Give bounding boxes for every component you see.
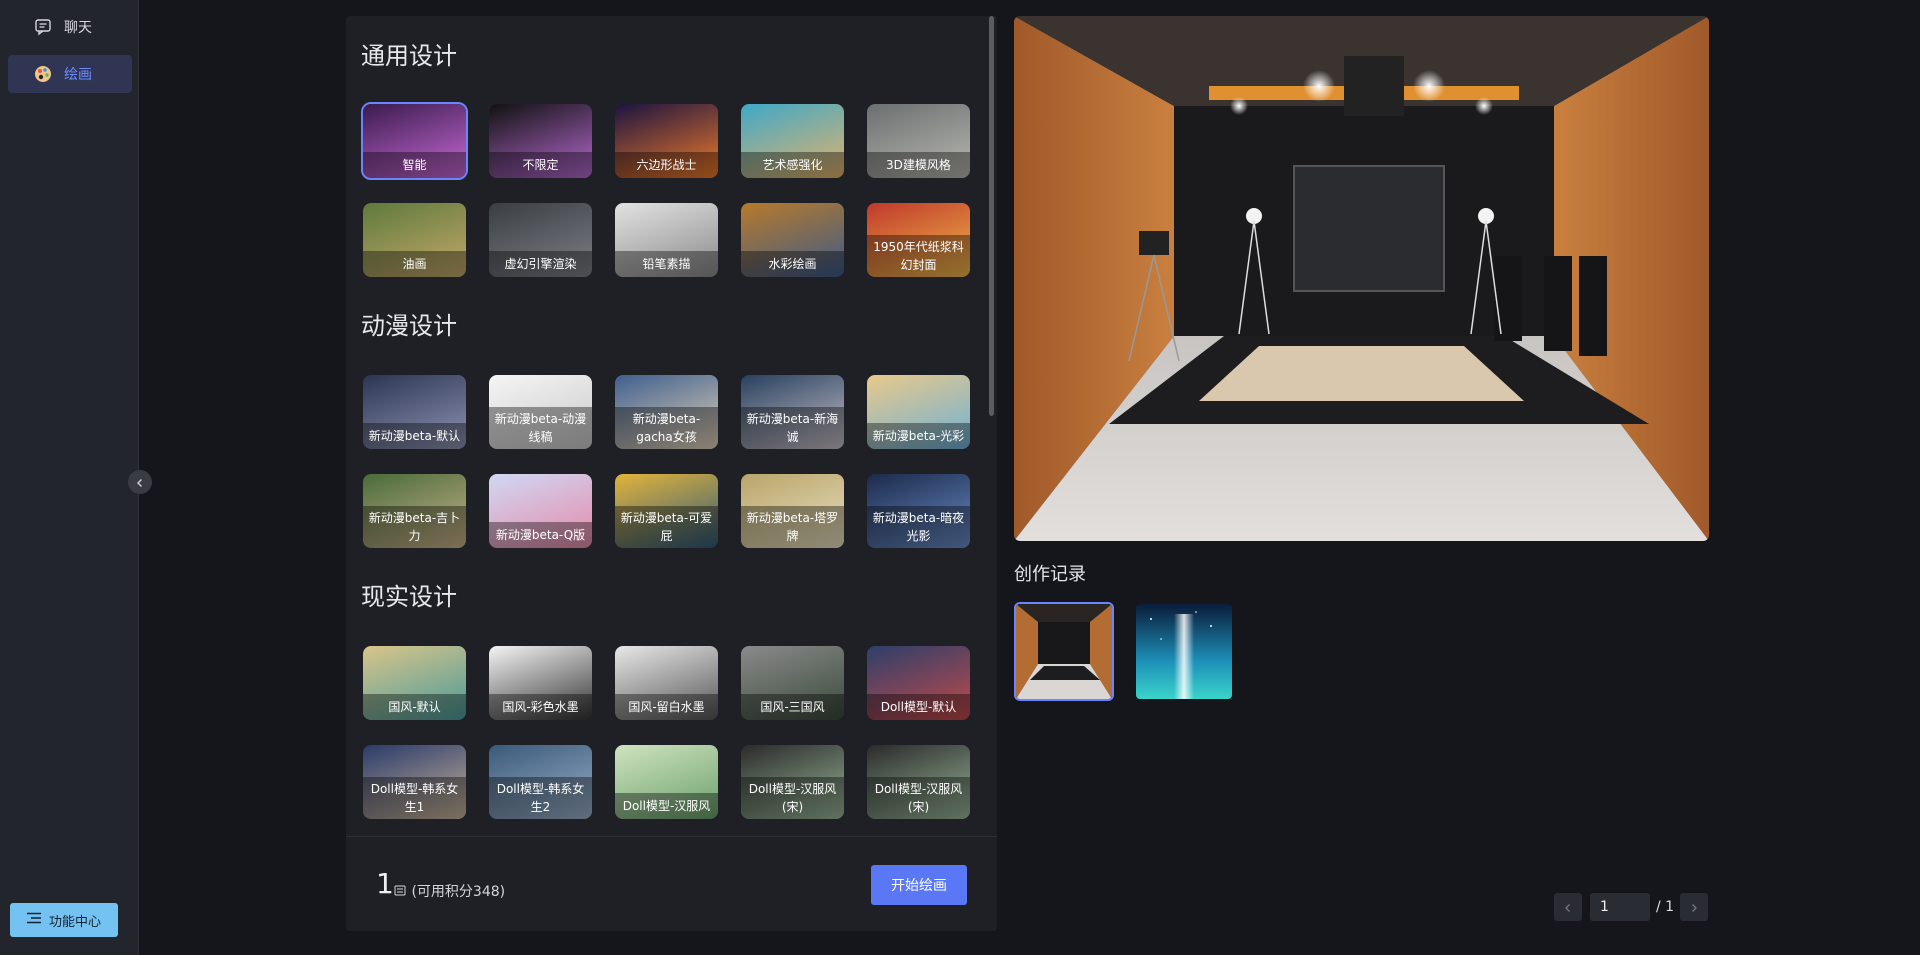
chevron-left-icon (135, 473, 145, 492)
history-thumbnail[interactable] (1134, 602, 1234, 701)
cost-unit-label: (可用积分348) (394, 881, 505, 901)
style-card-label: 新动漫beta-暗夜光影 (867, 506, 970, 548)
nav-item-chat[interactable]: 聊天 (8, 8, 132, 46)
feature-center-button[interactable]: 功能中心 (10, 903, 118, 937)
chevron-left-icon (1563, 898, 1573, 917)
style-card[interactable]: 新动漫beta-可爱屁 (613, 472, 720, 550)
style-card-label: 六边形战士 (615, 152, 718, 178)
style-card-label: 虚幻引擎渲染 (489, 251, 592, 277)
nav-item-label: 聊天 (64, 20, 92, 36)
style-card-label: 3D建模风格 (867, 152, 970, 178)
style-card-label: 国风-三国风 (741, 694, 844, 720)
style-card[interactable]: Doll模型-韩系女生1 (361, 743, 468, 821)
panel-footer: 1 (可用积分348) 开始绘画 (346, 836, 997, 931)
points-available: (可用积分348) (411, 884, 506, 900)
style-card[interactable]: 国风-三国风 (739, 644, 846, 722)
style-card[interactable]: 新动漫beta-塔罗牌 (739, 472, 846, 550)
page-number-input[interactable]: 1 (1590, 893, 1650, 921)
style-card[interactable]: 国风-留白水墨 (613, 644, 720, 722)
style-card[interactable]: 新动漫beta-新海诚 (739, 373, 846, 451)
style-card[interactable]: 国风-彩色水墨 (487, 644, 594, 722)
nav-item-draw[interactable]: 绘画 (8, 55, 132, 93)
style-card[interactable]: 新动漫beta-gacha女孩 (613, 373, 720, 451)
style-card[interactable]: 国风-默认 (361, 644, 468, 722)
section-title: 动漫设计 (361, 312, 457, 340)
sidebar: 聊天 绘画 功能中心 (0, 0, 139, 955)
style-card[interactable]: Doll模型-汉服风 (613, 743, 720, 821)
section-title: 现实设计 (361, 583, 457, 611)
style-card[interactable]: Doll模型-汉服风(宋) (739, 743, 846, 821)
style-card-label: 国风-默认 (363, 694, 466, 720)
style-card[interactable]: Doll模型-默认 (865, 644, 972, 722)
style-card-label: 油画 (363, 251, 466, 277)
style-card[interactable]: 铅笔素描 (613, 201, 720, 279)
style-card[interactable]: 新动漫beta-默认 (361, 373, 468, 451)
cost-value: 1 (376, 867, 394, 900)
history-title: 创作记录 (1014, 564, 1086, 585)
style-card[interactable]: Doll模型-汉服风(宋) (865, 743, 972, 821)
style-card[interactable]: 智能 (361, 102, 468, 180)
style-card-label: 国风-彩色水墨 (489, 694, 592, 720)
chevron-right-icon (1689, 898, 1699, 917)
style-card[interactable]: 1950年代纸浆科幻封面 (865, 201, 972, 279)
style-card-label: 艺术感强化 (741, 152, 844, 178)
prev-page-button[interactable] (1554, 893, 1582, 921)
style-card[interactable]: 3D建模风格 (865, 102, 972, 180)
style-card-label: 1950年代纸浆科幻封面 (867, 235, 970, 277)
history-thumbnail[interactable] (1014, 602, 1114, 701)
coin-icon (394, 884, 411, 900)
style-panel: 通用设计 动漫设计 现实设计 智能 不限定 六边形战士 艺术感强化 3D建模风格油画 虚幻… (346, 16, 997, 931)
next-page-button[interactable] (1680, 893, 1709, 921)
style-card[interactable]: 不限定 (487, 102, 594, 180)
style-card-label: 新动漫beta-可爱屁 (615, 506, 718, 548)
style-list[interactable]: 通用设计 动漫设计 现实设计 智能 不限定 六边形战士 艺术感强化 3D建模风格油画 虚幻… (346, 16, 997, 836)
style-card[interactable]: 油画 (361, 201, 468, 279)
start-drawing-button[interactable]: 开始绘画 (871, 865, 967, 905)
feature-center-label: 功能中心 (48, 914, 101, 930)
style-card[interactable]: 新动漫beta-光彩 (865, 373, 972, 451)
style-card-label: Doll模型-汉服风 (615, 793, 718, 819)
style-card-label: 新动漫beta-塔罗牌 (741, 506, 844, 548)
style-card[interactable]: 新动漫beta-动漫线稿 (487, 373, 594, 451)
style-card-label: 新动漫beta-光彩 (867, 423, 970, 449)
style-card[interactable]: 艺术感强化 (739, 102, 846, 180)
style-card-label: Doll模型-默认 (867, 694, 970, 720)
style-card[interactable]: 新动漫beta-Q版 (487, 472, 594, 550)
chat-icon (34, 18, 52, 36)
style-card-label: 新动漫beta-默认 (363, 423, 466, 449)
collapse-sidebar-button[interactable] (128, 470, 152, 494)
section-title: 通用设计 (361, 42, 457, 70)
style-card-label: Doll模型-汉服风(宋) (867, 777, 970, 819)
style-card-label: 智能 (363, 152, 466, 178)
style-card[interactable]: 水彩绘画 (739, 201, 846, 279)
style-card-label: 新动漫beta-吉卜力 (363, 506, 466, 548)
preview-image (1014, 16, 1709, 541)
style-card-label: 不限定 (489, 152, 592, 178)
menu-icon (26, 912, 41, 928)
style-card[interactable]: 新动漫beta-暗夜光影 (865, 472, 972, 550)
style-card[interactable]: 虚幻引擎渲染 (487, 201, 594, 279)
page-total: / 1 (1656, 899, 1675, 915)
style-card-label: 铅笔素描 (615, 251, 718, 277)
style-card-label: Doll模型-韩系女生1 (363, 777, 466, 819)
pagination: 1 / 1 (1554, 893, 1709, 921)
style-card-label: 新动漫beta-gacha女孩 (615, 407, 718, 449)
style-card-label: 新动漫beta-动漫线稿 (489, 407, 592, 449)
style-card[interactable]: 六边形战士 (613, 102, 720, 180)
style-card-label: 新动漫beta-Q版 (489, 522, 592, 548)
style-card[interactable]: 新动漫beta-吉卜力 (361, 472, 468, 550)
style-card-label: Doll模型-汉服风(宋) (741, 777, 844, 819)
palette-icon (34, 65, 52, 83)
style-card-label: 水彩绘画 (741, 251, 844, 277)
scrollbar-thumb[interactable] (989, 16, 994, 416)
nav-item-label: 绘画 (64, 67, 92, 83)
style-card-label: 国风-留白水墨 (615, 694, 718, 720)
style-card-label: Doll模型-韩系女生2 (489, 777, 592, 819)
style-card[interactable]: Doll模型-韩系女生2 (487, 743, 594, 821)
style-card-label: 新动漫beta-新海诚 (741, 407, 844, 449)
